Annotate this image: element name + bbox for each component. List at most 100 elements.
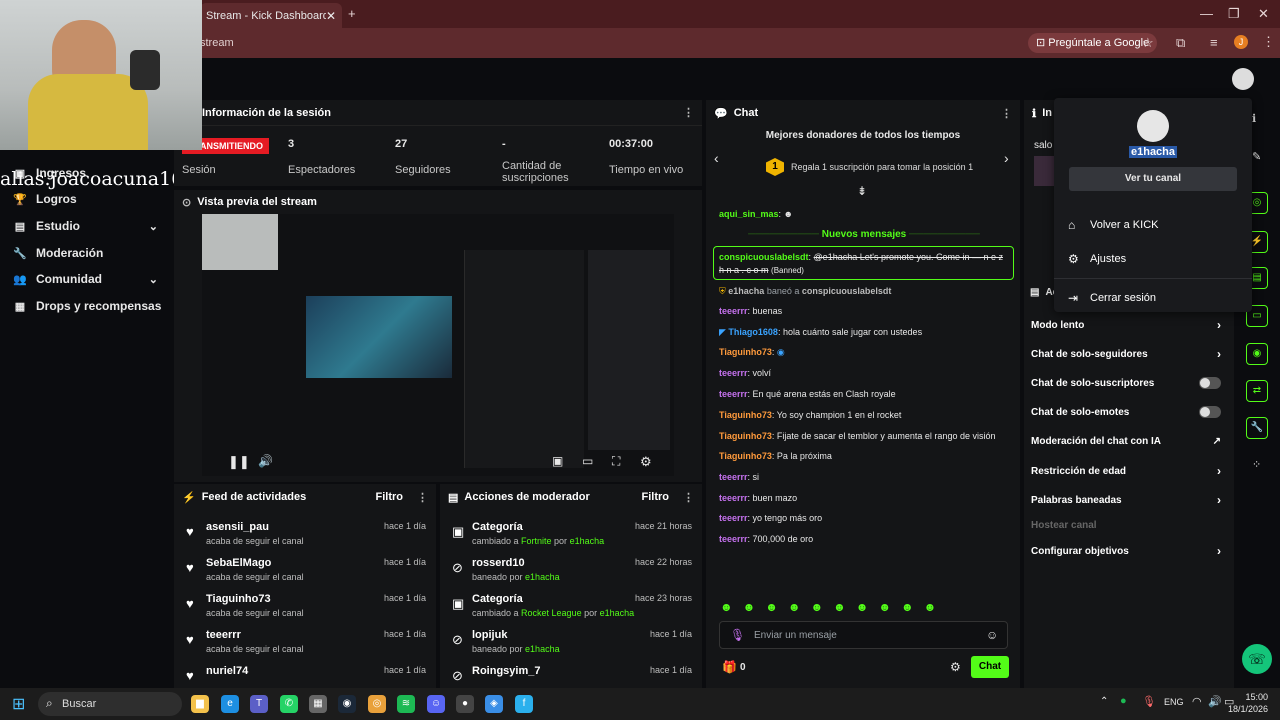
- tray-chevron-up-icon[interactable]: ⌃: [1100, 696, 1108, 707]
- mod-row-age-restriction[interactable]: Restricción de edad ›: [1031, 461, 1227, 481]
- whatsapp-icon[interactable]: ✆: [280, 695, 298, 713]
- activity-user[interactable]: SebaElMago: [206, 557, 271, 569]
- chat-username[interactable]: teeerrr: [719, 493, 748, 503]
- discord-icon[interactable]: ☺: [427, 695, 445, 713]
- chat-username[interactable]: Tiaguinho73: [719, 431, 772, 441]
- sidebar-item-comunidad[interactable]: 👥 Comunidad ⌄: [12, 268, 162, 290]
- pip-icon[interactable]: ▣: [552, 454, 563, 468]
- chat-username[interactable]: Tiaguinho73: [719, 347, 772, 357]
- mod-action-name[interactable]: Roingsyim_7: [472, 665, 540, 677]
- user-avatar[interactable]: [1232, 68, 1254, 90]
- edge-icon[interactable]: e: [221, 695, 239, 713]
- toggle-switch[interactable]: [1199, 406, 1221, 418]
- volume-icon[interactable]: 🔊: [258, 454, 273, 468]
- activity-user[interactable]: Tiaguinho73: [206, 593, 271, 605]
- activity-user[interactable]: nuriel74: [206, 665, 248, 677]
- taskbar-search[interactable]: ⌕ Buscar: [38, 692, 182, 716]
- chat-username[interactable]: Tiaguinho73: [719, 451, 772, 461]
- mod-row-ai-moderation[interactable]: Moderación del chat con IA ↗: [1031, 431, 1227, 451]
- profile-avatar[interactable]: J: [1234, 35, 1248, 49]
- steam-icon[interactable]: ◉: [338, 695, 356, 713]
- sidebar-item-logros[interactable]: 🏆 Logros: [12, 188, 162, 210]
- spotify-icon[interactable]: ≋: [397, 695, 415, 713]
- raid-icon[interactable]: ⇄: [1246, 380, 1268, 402]
- app-icon[interactable]: f: [515, 695, 533, 713]
- chat-username[interactable]: conspicuouslabelsdt: [719, 252, 809, 262]
- minimize-icon[interactable]: —: [1200, 6, 1213, 21]
- chat-username[interactable]: teeerrr: [719, 534, 748, 544]
- mod-row-emotes-only[interactable]: Chat de solo-emotes: [1031, 402, 1227, 422]
- stream-video[interactable]: ❚❚ 🔊 ▣ ▭ ⛶ ⚙: [202, 214, 674, 476]
- mod-action-name[interactable]: lopijuk: [472, 629, 507, 641]
- chat-username[interactable]: teeerrr: [719, 368, 748, 378]
- info-icon[interactable]: ℹ: [1252, 112, 1256, 125]
- theater-mode-icon[interactable]: ▭: [582, 454, 593, 468]
- ask-google-button[interactable]: ⊡ Pregúntale a Google: [1028, 33, 1158, 53]
- menu-item-logout[interactable]: ⇥ Cerrar sesión: [1068, 287, 1156, 309]
- chat-input[interactable]: 🎙 Enviar un mensaje ☺: [719, 621, 1008, 649]
- chrome-icon[interactable]: ◎: [368, 695, 386, 713]
- close-tab-icon[interactable]: ✕: [326, 9, 336, 23]
- settings-gear-icon[interactable]: ⚙: [640, 454, 652, 470]
- extensions-icon[interactable]: ⧉: [1176, 35, 1185, 51]
- filter-button[interactable]: Filtro: [376, 491, 404, 503]
- sidebar-item-estudio[interactable]: ▤ Estudio ⌄: [12, 215, 162, 237]
- more-options-icon[interactable]: ⋮: [683, 106, 694, 119]
- toggle-switch[interactable]: [1199, 377, 1221, 389]
- support-icon[interactable]: ☏: [1242, 644, 1272, 674]
- filter-button[interactable]: Filtro: [642, 491, 670, 503]
- maximize-icon[interactable]: ❐: [1228, 6, 1240, 22]
- clock-date[interactable]: 18/1/2026: [1220, 704, 1268, 714]
- chat-username[interactable]: teeerrr: [719, 389, 748, 399]
- emote-bar[interactable]: ☻☻☻☻☻☻☻☻☻☻: [720, 600, 1010, 614]
- mic-icon[interactable]: 🎙: [1142, 695, 1156, 708]
- chat-username[interactable]: teeerrr: [719, 306, 748, 316]
- language-indicator[interactable]: ENG: [1164, 697, 1184, 707]
- activity-user[interactable]: asensii_pau: [206, 521, 269, 533]
- chevron-right-icon[interactable]: ›: [1004, 150, 1009, 166]
- chat-username[interactable]: Tiaguinho73: [719, 410, 772, 420]
- chat-username[interactable]: Thiago1608: [728, 327, 778, 337]
- collapse-icon[interactable]: ⇟: [857, 184, 867, 198]
- menu-item-back-to-kick[interactable]: ⌂ Volver a KICK: [1068, 214, 1158, 236]
- chat-username[interactable]: aqui_sin_mas: [719, 209, 779, 219]
- url-field[interactable]: stream: [200, 32, 1020, 54]
- mod-row-configure-goals[interactable]: Configurar objetivos ›: [1031, 541, 1227, 561]
- send-chat-button[interactable]: Chat: [971, 656, 1009, 678]
- chat-settings-icon[interactable]: ⚙: [950, 660, 961, 674]
- windows-start-icon[interactable]: ⊞: [12, 694, 25, 714]
- fullscreen-icon[interactable]: ⛶: [612, 454, 620, 469]
- browser-tab[interactable]: Stream - Kick Dashboard ✕: [200, 3, 342, 28]
- chat-username[interactable]: teeerrr: [719, 472, 748, 482]
- more-options-icon[interactable]: ⋮: [683, 491, 694, 504]
- activity-user[interactable]: teeerrr: [206, 629, 241, 641]
- file-explorer-icon[interactable]: ▆: [191, 695, 209, 713]
- sidebar-item-moderacion[interactable]: 🔧 Moderación: [12, 242, 162, 264]
- wifi-icon[interactable]: ◠: [1192, 695, 1202, 708]
- clock-time[interactable]: 15:00: [1240, 692, 1268, 702]
- window-close-icon[interactable]: ✕: [1258, 6, 1269, 22]
- more-options-icon[interactable]: ⋮: [1001, 107, 1012, 120]
- mod-row-banned-words[interactable]: Palabras baneadas ›: [1031, 490, 1227, 510]
- mod-row-subscribers-only[interactable]: Chat de solo-suscriptores: [1031, 373, 1227, 393]
- new-tab-icon[interactable]: +: [348, 6, 356, 21]
- mic-icon[interactable]: 🎙: [730, 628, 745, 642]
- browser-menu-icon[interactable]: ⋮: [1262, 34, 1275, 50]
- grid-icon[interactable]: ⁘: [1252, 458, 1261, 471]
- emoji-icon[interactable]: ☺: [986, 628, 998, 642]
- more-options-icon[interactable]: ⋮: [417, 491, 428, 504]
- store-icon[interactable]: ▦: [309, 695, 327, 713]
- app-icon[interactable]: ◈: [485, 695, 503, 713]
- edit-icon[interactable]: ✎: [1252, 150, 1261, 163]
- chevron-left-icon[interactable]: ‹: [714, 150, 719, 166]
- bookmark-star-icon[interactable]: ☆: [1142, 35, 1154, 51]
- mod-row-slow-mode[interactable]: Modo lento ›: [1031, 315, 1227, 335]
- teams-icon[interactable]: T: [250, 695, 268, 713]
- media-control-icon[interactable]: ≡: [1210, 35, 1218, 50]
- spotify-tray-icon[interactable]: ●: [1120, 695, 1127, 707]
- view-channel-button[interactable]: Ver tu canal: [1069, 167, 1237, 191]
- gift-icon[interactable]: 🎁: [722, 660, 737, 674]
- menu-item-settings[interactable]: ⚙ Ajustes: [1068, 248, 1126, 270]
- mod-action-name[interactable]: rosserd10: [472, 557, 525, 569]
- mod-row-followers-only[interactable]: Chat de solo-seguidores ›: [1031, 344, 1227, 364]
